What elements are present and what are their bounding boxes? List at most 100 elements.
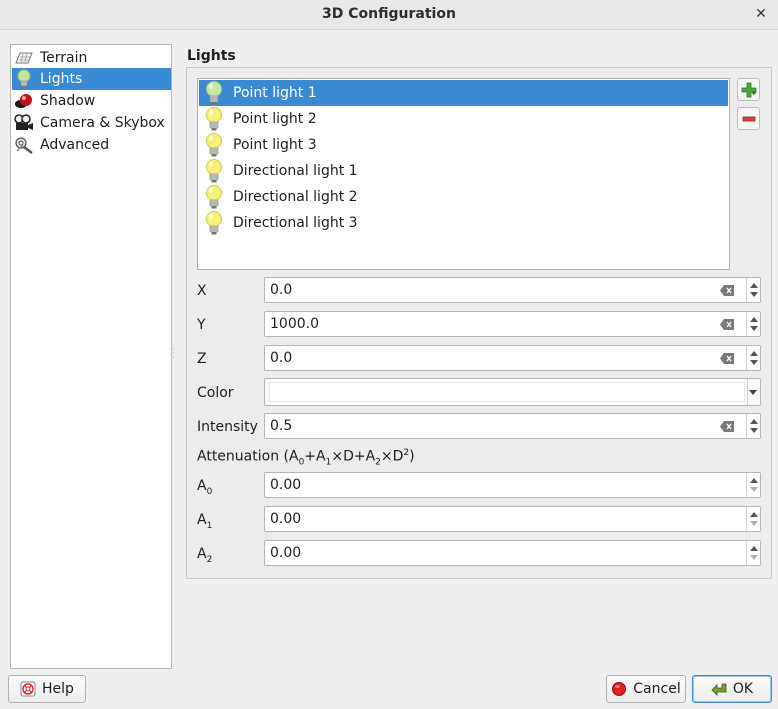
a0-input[interactable]: 0.00 [264,472,761,498]
clear-icon[interactable] [720,353,734,364]
add-icon [741,82,756,97]
ok-label: OK [732,681,754,697]
z-input[interactable]: 0.0 [264,345,761,371]
close-icon: ✕ [755,6,767,22]
clear-icon[interactable] [720,421,734,432]
nav-item-camera-skybox[interactable]: Camera & Skybox [12,112,171,134]
z-value: 0.0 [270,350,293,366]
spin-down-icon[interactable] [750,292,758,297]
intensity-value: 0.5 [270,418,293,434]
z-spinner[interactable] [746,346,760,370]
list-item-label: Directional light 2 [233,189,358,205]
clear-icon[interactable] [720,285,734,296]
attenuation-label: Attenuation (A0+A1×D+A2×D2) [197,448,415,467]
nav-item-label: Advanced [40,137,110,153]
nav-item-label: Lights [40,71,83,87]
list-item[interactable]: Point light 1 [199,80,728,106]
color-divider [747,379,748,405]
spin-up-icon[interactable] [750,546,758,551]
list-item[interactable]: Point light 2 [199,106,728,132]
light-bulb-icon [14,69,34,89]
nav-item-terrain[interactable]: Terrain [12,47,171,69]
light-bulb-icon [206,211,222,235]
nav-item-shadow[interactable]: Shadow [12,90,171,112]
a2-value: 0.00 [270,545,302,561]
spin-down-icon[interactable] [750,487,758,492]
chevron-down-icon[interactable] [749,390,757,395]
list-item-label: Point light 1 [233,85,317,101]
intensity-input[interactable]: 0.5 [264,413,761,439]
a2-label: A2 [197,546,212,565]
help-button[interactable]: Help [8,675,86,703]
nav-item-advanced[interactable]: Advanced [12,134,171,156]
a1-input[interactable]: 0.00 [264,506,761,532]
light-bulb-icon [206,107,222,131]
nav-item-lights[interactable]: Lights [12,68,171,90]
color-picker[interactable] [264,378,761,406]
terrain-icon [14,48,34,68]
y-spinner[interactable] [746,312,760,336]
title-bar: 3D Configuration ✕ [0,0,778,30]
a1-label-text: A [197,512,207,528]
nav-item-label: Shadow [40,93,96,109]
x-spinner[interactable] [746,278,760,302]
add-light-button[interactable] [737,78,760,101]
y-label: Y [197,317,206,333]
cancel-button[interactable]: Cancel [606,675,686,703]
list-item[interactable]: Point light 3 [199,132,728,158]
a1-spinner[interactable] [746,507,760,531]
window-title: 3D Configuration [322,6,456,22]
clear-icon[interactable] [720,319,734,330]
ok-button[interactable]: OK [692,675,772,703]
section-title: Lights [187,48,236,64]
cancel-icon [612,682,627,696]
a0-label-text: A [197,478,207,494]
spin-up-icon[interactable] [750,512,758,517]
a0-spinner[interactable] [746,473,760,497]
a2-input[interactable]: 0.00 [264,540,761,566]
list-item[interactable]: Directional light 1 [199,158,728,184]
list-item-label: Directional light 1 [233,163,358,179]
light-bulb-icon [206,81,222,105]
attenuation-text: Attenuation (A [197,448,299,465]
spin-down-icon[interactable] [750,555,758,560]
spin-up-icon[interactable] [750,317,758,322]
spin-down-icon[interactable] [750,326,758,331]
spin-up-icon[interactable] [750,283,758,288]
remove-icon [742,116,755,121]
attenuation-text: ) [409,448,415,465]
ok-icon [711,683,727,696]
y-value: 1000.0 [270,316,319,332]
a1-label: A1 [197,512,212,531]
lights-list[interactable]: Point light 1 Point light 2 Point light … [197,78,730,270]
close-button[interactable]: ✕ [752,5,770,23]
cancel-label: Cancel [633,681,681,697]
light-bulb-icon [206,159,222,183]
x-input[interactable]: 0.0 [264,277,761,303]
a2-spinner[interactable] [746,541,760,565]
x-label: X [197,283,207,299]
spin-down-icon[interactable] [750,428,758,433]
shadow-icon [14,91,34,111]
remove-light-button[interactable] [737,107,760,130]
y-input[interactable]: 1000.0 [264,311,761,337]
attenuation-text: ×D+A [331,448,376,465]
a1-value: 0.00 [270,511,302,527]
x-value: 0.0 [270,282,293,298]
spin-down-icon[interactable] [750,360,758,365]
advanced-icon [14,135,34,155]
list-item[interactable]: Directional light 2 [199,184,728,210]
splitter-handle[interactable]: · · · [172,346,176,362]
spin-up-icon[interactable] [750,478,758,483]
spin-up-icon[interactable] [750,419,758,424]
spin-up-icon[interactable] [750,351,758,356]
intensity-spinner[interactable] [746,414,760,438]
spin-down-icon[interactable] [750,521,758,526]
light-bulb-icon [206,185,222,209]
settings-nav: Terrain Lights Shadow Camera & Skybox Ad… [10,44,172,669]
list-item-label: Directional light 3 [233,215,358,231]
intensity-label: Intensity [197,419,258,435]
camera-icon [14,113,34,133]
a0-label-sub: 0 [206,486,213,497]
list-item[interactable]: Directional light 3 [199,210,728,236]
